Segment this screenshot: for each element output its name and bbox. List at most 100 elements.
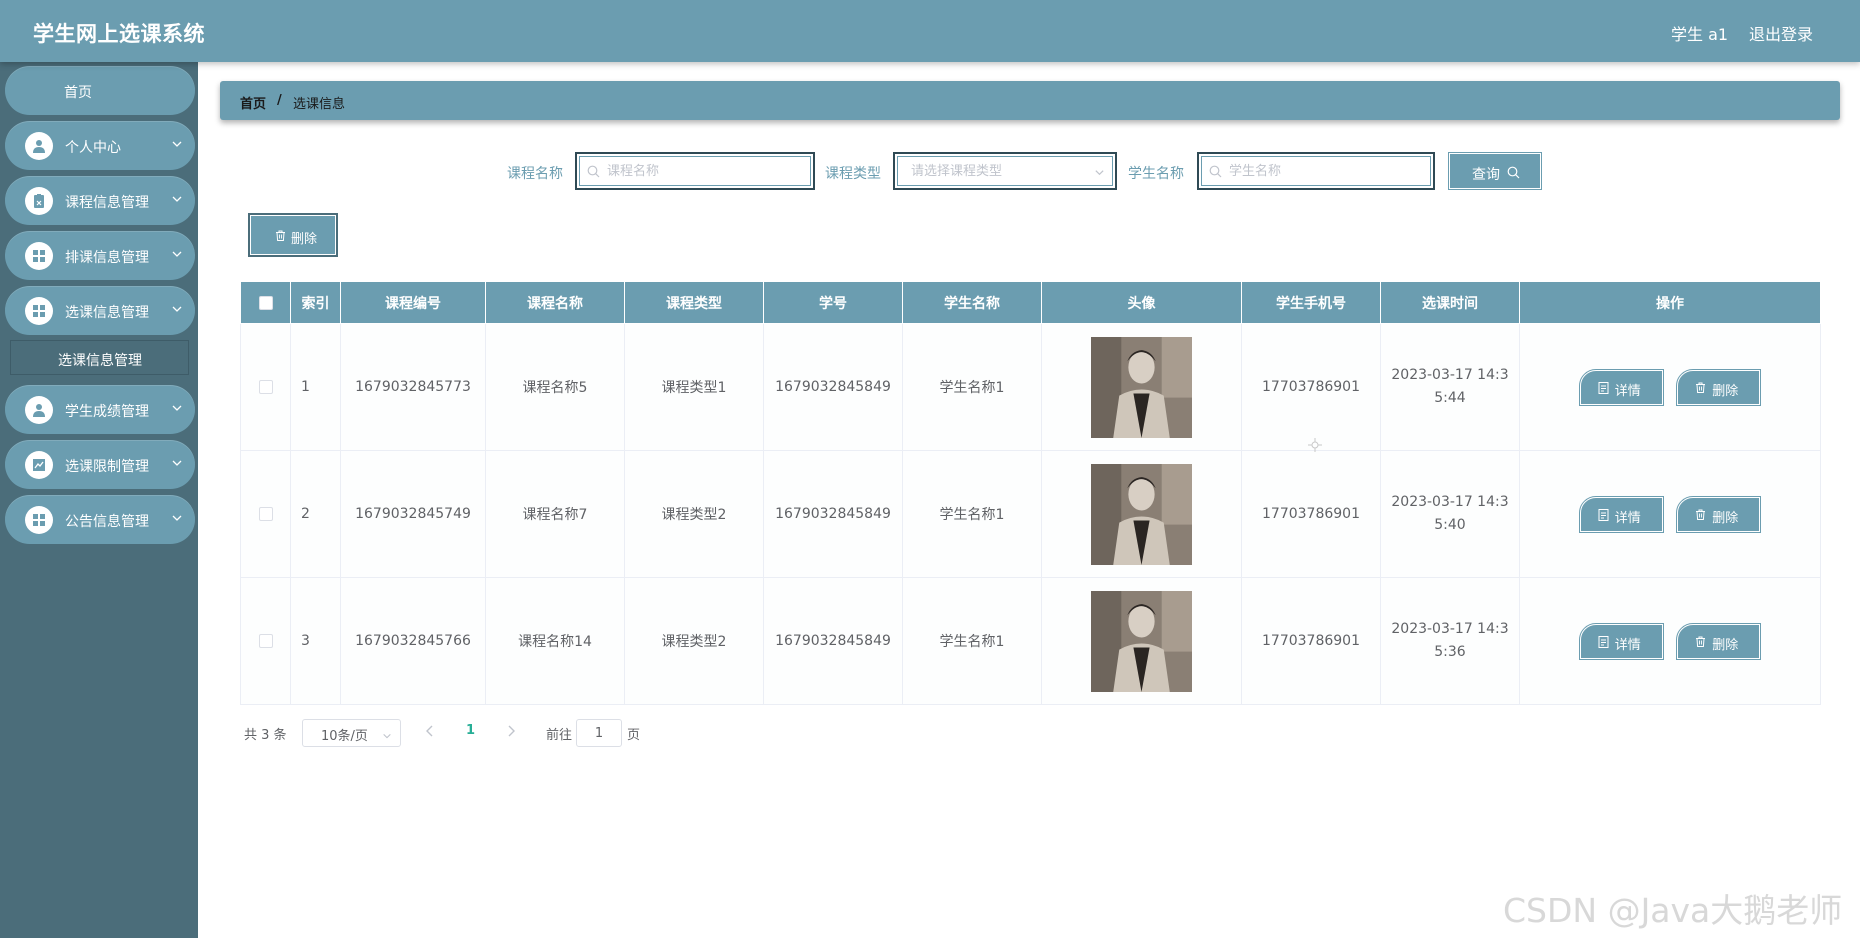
- chevron-down-icon: [172, 405, 182, 411]
- student-name-input[interactable]: [1229, 161, 1417, 181]
- column-header: 索引: [290, 281, 341, 324]
- row-delete-button[interactable]: 删除: [1676, 495, 1762, 533]
- row-delete-label: 删除: [1712, 510, 1739, 526]
- select-all-header[interactable]: [240, 281, 291, 324]
- row-delete-button[interactable]: 删除: [1676, 622, 1762, 660]
- row-checkbox[interactable]: [258, 634, 273, 648]
- user-icon: [25, 132, 53, 160]
- page-number-current[interactable]: 1: [466, 723, 475, 738]
- row-delete-label: 删除: [1712, 383, 1739, 399]
- query-button[interactable]: 查询: [1448, 152, 1542, 190]
- page-size-select[interactable]: 10条/页: [302, 719, 401, 747]
- cursor-icon: [1308, 438, 1322, 452]
- course-no-cell: 1679032845773: [340, 323, 486, 451]
- chevron-down-icon: [172, 141, 182, 147]
- sidebar-item-grades[interactable]: 学生成绩管理: [5, 385, 195, 434]
- search-icon: [1209, 165, 1222, 178]
- sidebar-item-label: 选课限制管理: [65, 459, 149, 475]
- column-header: 学生手机号: [1241, 281, 1381, 324]
- sidebar-item-label: 选课信息管理: [65, 305, 149, 321]
- user-icon: [25, 396, 53, 424]
- detail-button[interactable]: 详情: [1578, 495, 1664, 533]
- enroll-time-part: 5:40: [1434, 517, 1466, 533]
- enroll-time-part: 5:36: [1434, 644, 1466, 660]
- sidebar-item-enrollment-limits[interactable]: 选课限制管理: [5, 440, 195, 489]
- goto-page-input[interactable]: [576, 719, 622, 747]
- phone-cell: 17703786901: [1241, 450, 1381, 578]
- table-header-row: 索引 课程编号 课程名称 课程类型 学号 学生名称 头像 学生手机号 选课时间 …: [240, 281, 1821, 324]
- detail-button-label: 详情: [1614, 637, 1641, 653]
- select-all-checkbox[interactable]: [258, 295, 273, 310]
- student-name-label: 学生名称: [1128, 166, 1184, 182]
- column-header: 选课时间: [1380, 281, 1520, 324]
- row-checkbox[interactable]: [258, 380, 273, 394]
- chevron-down-icon: [383, 733, 391, 739]
- current-user-label: 学生 a1: [1671, 25, 1729, 44]
- sidebar-item-enrollment-info[interactable]: 选课信息管理: [5, 286, 195, 335]
- watermark: CSDN @Java大鹅老师: [1503, 891, 1843, 930]
- column-header: 学生名称: [902, 281, 1042, 324]
- course-name-cell: 课程名称7: [485, 450, 625, 578]
- course-type-cell: 课程类型2: [624, 450, 764, 578]
- chevron-left-icon[interactable]: [424, 724, 436, 738]
- sidebar-item-label: 排课信息管理: [65, 250, 149, 266]
- column-header: 课程类型: [624, 281, 764, 324]
- sidebar-item-label: 课程信息管理: [65, 195, 149, 211]
- enroll-time-part: 2023-03-17 14:3: [1391, 494, 1509, 510]
- top-bar: 学生网上选课系统 学生 a1 退出登录: [0, 0, 1860, 62]
- avatar-cell: [1041, 577, 1242, 705]
- row-index: 1: [290, 323, 341, 451]
- column-header: 操作: [1519, 281, 1821, 324]
- sidebar-item-announcements[interactable]: 公告信息管理: [5, 495, 195, 544]
- course-name-input[interactable]: [607, 161, 796, 181]
- sidebar-item-label: 公告信息管理: [65, 514, 149, 530]
- student-name-search-box[interactable]: [1197, 152, 1435, 190]
- column-header: 课程编号: [340, 281, 486, 324]
- course-type-select[interactable]: [893, 152, 1117, 190]
- sidebar-item-home[interactable]: 首页: [5, 66, 195, 115]
- table-row: 1 1679032845773 课程名称5 课程类型1 167903284584…: [240, 323, 1821, 451]
- breadcrumb: 首页 / 选课信息: [220, 81, 1840, 120]
- document-icon: [1598, 635, 1609, 648]
- row-checkbox[interactable]: [258, 507, 273, 521]
- breadcrumb-home[interactable]: 首页: [240, 93, 266, 112]
- enroll-time-part: 2023-03-17 14:3: [1391, 367, 1509, 383]
- sidebar: 首页 个人中心 课程信息管理 排课信息管理 选课信息管理 选课信息管理 学生成绩…: [0, 62, 198, 938]
- chevron-right-icon[interactable]: [505, 724, 517, 738]
- sidebar-subitem-label: 选课信息管理: [58, 353, 142, 369]
- sidebar-item-label: 首页: [64, 85, 92, 101]
- actions-cell: 详情 删除: [1519, 323, 1821, 451]
- student-name-cell: 学生名称1: [902, 450, 1042, 578]
- sidebar-item-course-info[interactable]: 课程信息管理: [5, 176, 195, 225]
- chevron-down-icon: [172, 251, 182, 257]
- sidebar-item-personal-center[interactable]: 个人中心: [5, 121, 195, 170]
- row-index: 3: [290, 577, 341, 705]
- sidebar-item-label: 个人中心: [65, 140, 121, 156]
- course-name-search-box[interactable]: [575, 152, 815, 190]
- trash-icon: [1696, 509, 1706, 520]
- detail-button[interactable]: 详情: [1578, 368, 1664, 406]
- avatar[interactable]: [1091, 590, 1192, 692]
- sidebar-item-label: 学生成绩管理: [65, 404, 149, 420]
- detail-button-label: 详情: [1614, 383, 1641, 399]
- course-type-cell: 课程类型2: [624, 577, 764, 705]
- batch-delete-button[interactable]: 删除: [248, 213, 338, 257]
- phone-cell: 17703786901: [1241, 577, 1381, 705]
- student-name-cell: 学生名称1: [902, 577, 1042, 705]
- sidebar-item-schedule-info[interactable]: 排课信息管理: [5, 231, 195, 280]
- avatar[interactable]: [1091, 463, 1192, 565]
- detail-button[interactable]: 详情: [1578, 622, 1664, 660]
- student-no-cell: 1679032845849: [763, 450, 903, 578]
- avatar[interactable]: [1091, 336, 1192, 438]
- row-delete-button[interactable]: 删除: [1676, 368, 1762, 406]
- chart-icon: [25, 451, 53, 479]
- student-no-cell: 1679032845849: [763, 577, 903, 705]
- enroll-time-cell: 2023-03-17 14:3 5:40: [1380, 450, 1520, 578]
- course-type-label: 课程类型: [825, 166, 881, 182]
- query-button-label: 查询: [1472, 167, 1500, 183]
- enroll-time-part: 5:44: [1434, 390, 1466, 406]
- sidebar-subitem-enrollment-info[interactable]: 选课信息管理: [10, 340, 189, 375]
- course-type-input[interactable]: [911, 161, 1087, 181]
- logout-link[interactable]: 退出登录: [1749, 21, 1813, 45]
- page-suffix: 页: [627, 728, 641, 743]
